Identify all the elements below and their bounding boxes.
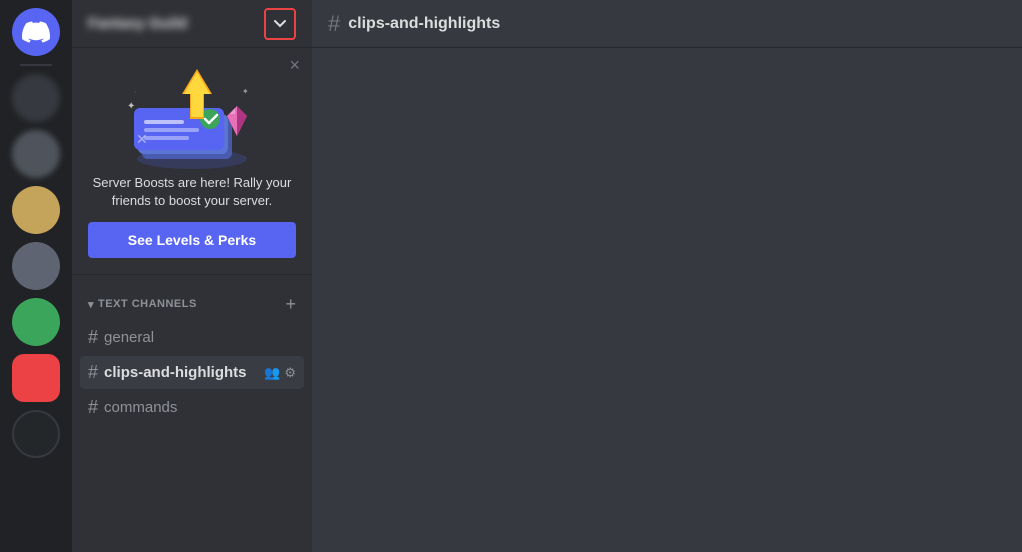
main-content: # clips-and-highlights bbox=[312, 0, 1022, 552]
invite-members-icon[interactable]: 👥 bbox=[264, 365, 280, 381]
channel-hash-icon: # bbox=[88, 362, 98, 383]
boost-close-button[interactable]: × bbox=[289, 56, 300, 74]
channel-item-general[interactable]: # general bbox=[80, 321, 304, 354]
server-name: Fantasy Guild bbox=[88, 15, 187, 32]
main-header: # clips-and-highlights bbox=[312, 0, 1022, 48]
channel-sidebar: Fantasy Guild × bbox=[72, 0, 312, 552]
home-button[interactable] bbox=[12, 8, 60, 56]
svg-text:✦: ✦ bbox=[242, 87, 249, 96]
category-label: ▾ TEXT CHANNELS bbox=[88, 298, 197, 311]
chevron-down-icon bbox=[272, 16, 288, 32]
server-divider bbox=[20, 64, 52, 66]
channel-hash-icon: # bbox=[88, 327, 98, 348]
boost-button[interactable]: See Levels & Perks bbox=[88, 222, 296, 258]
main-body bbox=[312, 48, 1022, 552]
svg-text:·: · bbox=[134, 89, 136, 96]
text-channels-category[interactable]: ▾ TEXT CHANNELS + bbox=[80, 291, 304, 317]
main-channel-title: clips-and-highlights bbox=[348, 15, 500, 33]
server-header[interactable]: Fantasy Guild bbox=[72, 0, 312, 48]
channel-list: ▾ TEXT CHANNELS + # general # clips-and-… bbox=[72, 275, 312, 426]
channel-name-commands: commands bbox=[104, 399, 296, 416]
boost-popup: × bbox=[72, 48, 312, 275]
server-icon[interactable] bbox=[12, 242, 60, 290]
add-channel-button[interactable]: + bbox=[285, 295, 296, 313]
channel-settings-icon[interactable]: ⚙ bbox=[284, 365, 296, 381]
channel-hash-icon: # bbox=[88, 397, 98, 418]
boost-illustration: ✕ ✦ ✦ · bbox=[112, 64, 272, 174]
server-dropdown-button[interactable] bbox=[264, 8, 296, 40]
channel-item-clips-and-highlights[interactable]: # clips-and-highlights 👥 ⚙ bbox=[80, 356, 304, 389]
server-icon[interactable] bbox=[12, 410, 60, 458]
channel-action-icons: 👥 ⚙ bbox=[264, 365, 296, 381]
boost-message: Server Boosts are here! Rally your frien… bbox=[88, 174, 296, 210]
server-icon[interactable] bbox=[12, 298, 60, 346]
discord-logo-icon bbox=[22, 18, 50, 46]
server-icon[interactable] bbox=[12, 354, 60, 402]
channel-item-commands[interactable]: # commands bbox=[80, 391, 304, 424]
svg-text:✦: ✦ bbox=[127, 101, 135, 112]
channel-name-clips: clips-and-highlights bbox=[104, 364, 258, 381]
server-icon[interactable] bbox=[12, 74, 60, 122]
server-icon[interactable] bbox=[12, 130, 60, 178]
channel-name-general: general bbox=[104, 329, 296, 346]
server-list bbox=[0, 0, 72, 552]
category-chevron: ▾ bbox=[88, 298, 94, 311]
main-channel-hash-icon: # bbox=[328, 11, 340, 37]
server-icon[interactable] bbox=[12, 186, 60, 234]
svg-text:✕: ✕ bbox=[136, 131, 148, 147]
